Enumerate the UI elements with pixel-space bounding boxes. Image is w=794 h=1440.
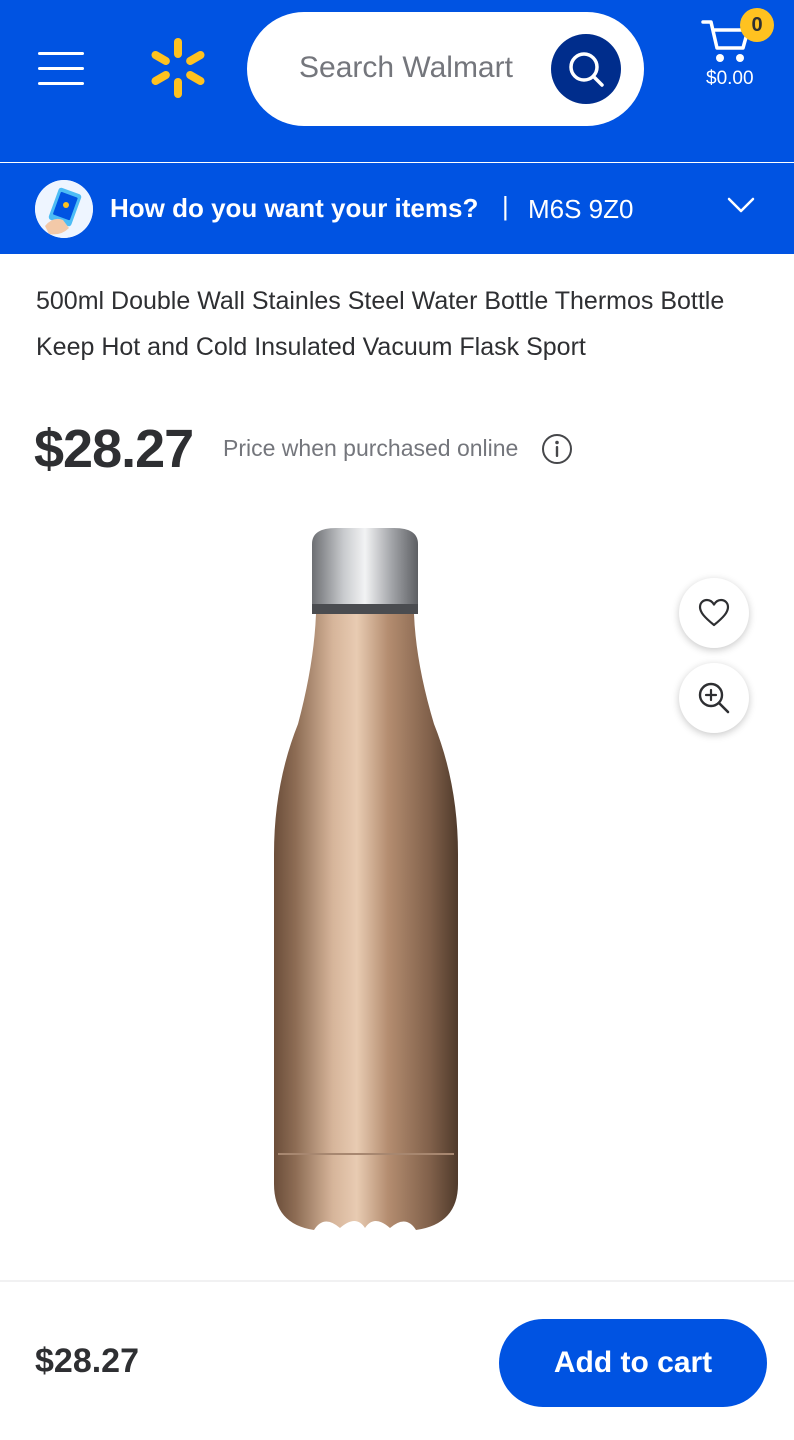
cart-count-badge: 0	[740, 8, 774, 42]
add-to-cart-button[interactable]: Add to cart	[499, 1319, 767, 1407]
search-bar	[247, 12, 644, 126]
walmart-spark-logo[interactable]	[146, 36, 210, 100]
favorite-button[interactable]	[679, 578, 749, 648]
product-title: 500ml Double Wall Stainles Steel Water B…	[36, 287, 725, 361]
spark-icon	[151, 38, 205, 98]
cart-total: $0.00	[706, 68, 754, 89]
fulfillment-separator: |	[502, 191, 509, 221]
chevron-down-icon	[727, 197, 755, 213]
product-price: $28.27	[34, 419, 194, 479]
top-header: 0 $0.00	[0, 0, 794, 162]
info-icon[interactable]	[541, 433, 573, 465]
menu-icon-line	[38, 82, 84, 85]
zoom-in-icon	[698, 682, 730, 714]
menu-button[interactable]	[36, 50, 88, 90]
search-input[interactable]	[299, 42, 539, 94]
menu-icon-line	[38, 67, 84, 70]
delivery-phone-icon	[35, 180, 93, 238]
menu-icon-line	[38, 52, 84, 55]
search-button[interactable]	[551, 34, 621, 104]
cart-button[interactable]: 0 $0.00	[690, 8, 784, 98]
search-icon	[569, 52, 604, 87]
zoom-button[interactable]	[679, 663, 749, 733]
bottom-bar-divider	[0, 1280, 794, 1282]
product-image[interactable]	[36, 510, 758, 1250]
fulfillment-selector[interactable]: How do you want your items? | M6S 9Z0	[0, 163, 794, 254]
price-note: Price when purchased online	[223, 435, 519, 461]
water-bottle-image	[274, 528, 458, 1230]
heart-icon	[698, 598, 730, 627]
postal-code: M6S 9Z0	[528, 194, 634, 224]
fulfillment-question: How do you want your items?	[110, 193, 479, 223]
bottom-bar-price: $28.27	[35, 1342, 139, 1380]
